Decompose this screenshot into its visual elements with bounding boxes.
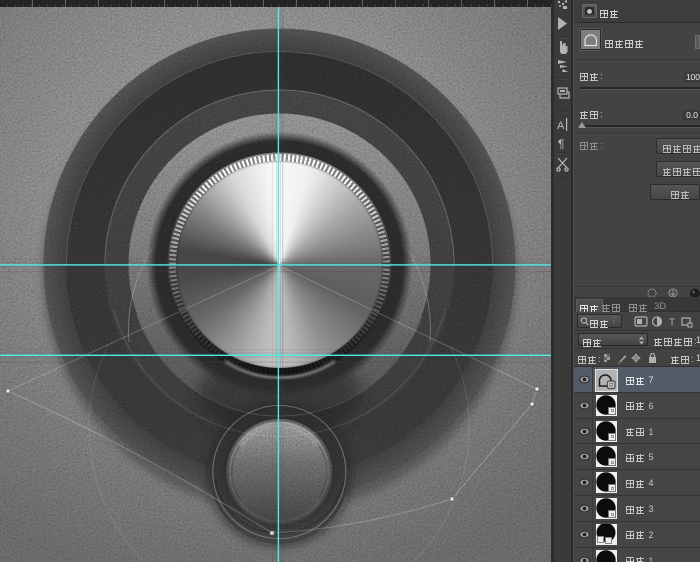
svg-text:50: 50	[150, 7, 156, 13]
svg-text:20: 20	[51, 7, 57, 13]
svg-text:80: 80	[249, 7, 255, 13]
svg-text:T: T	[669, 318, 675, 329]
svg-text:60: 60	[183, 7, 189, 13]
svg-text:90: 90	[282, 7, 288, 13]
svg-text:40: 40	[117, 7, 123, 13]
svg-text:150: 150	[478, 7, 487, 13]
svg-text:100: 100	[313, 7, 322, 13]
svg-text:A: A	[557, 120, 565, 132]
svg-text:130: 130	[412, 7, 421, 13]
svg-text:160: 160	[511, 7, 520, 13]
svg-text:30: 30	[84, 7, 90, 13]
svg-text:¶: ¶	[558, 137, 564, 151]
svg-text:120: 120	[379, 7, 388, 13]
svg-text:70: 70	[216, 7, 222, 13]
svg-text:10: 10	[18, 7, 24, 13]
svg-text:140: 140	[445, 7, 454, 13]
svg-text:110: 110	[346, 7, 354, 13]
